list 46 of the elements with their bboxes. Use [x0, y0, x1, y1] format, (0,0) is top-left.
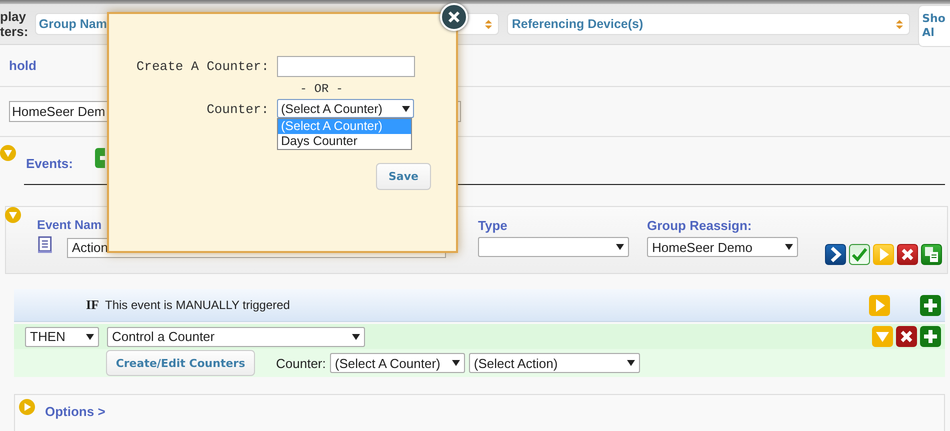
options-link[interactable]: Options >	[45, 404, 106, 419]
delete-icon[interactable]	[897, 244, 918, 264]
caret-icon	[86, 334, 94, 340]
counter-label: Counter:	[206, 101, 269, 117]
copy-icon[interactable]	[921, 244, 942, 264]
caret-icon	[452, 360, 460, 366]
sort-arrows-icon	[896, 20, 904, 28]
show-all-button[interactable]: Sho Al	[918, 5, 950, 47]
create-counter-label: Create A Counter:	[135, 58, 269, 74]
separator-text: - OR -	[300, 82, 344, 96]
check-icon[interactable]	[849, 244, 870, 264]
document-icon	[37, 236, 55, 254]
caret-icon	[402, 106, 410, 112]
counter-name-field[interactable]	[277, 56, 415, 77]
group-reassign-label: Group Reassign:	[647, 218, 753, 233]
filter-label: play ters:	[0, 9, 30, 39]
caret-icon	[626, 360, 635, 366]
caret-icon	[785, 244, 793, 250]
caret-icon	[616, 244, 624, 250]
trigger-text: This event is MANUALLY triggered	[105, 298, 290, 312]
delete-icon[interactable]	[896, 326, 917, 347]
play-icon[interactable]	[869, 294, 890, 316]
action-select[interactable]: (Select Action)	[468, 353, 640, 373]
create-edit-counters-button[interactable]: Create/Edit Counters	[106, 350, 255, 376]
then-select[interactable]: THEN	[25, 326, 99, 346]
counter-select[interactable]: (Select A Counter)	[277, 99, 414, 118]
if-keyword: IF	[86, 297, 99, 313]
next-icon[interactable]	[825, 244, 846, 264]
toggle-icon[interactable]	[5, 207, 21, 223]
caret-icon	[352, 334, 360, 340]
sort-arrows-icon	[484, 20, 492, 28]
close-icon	[448, 11, 460, 23]
action-type-select[interactable]: Control a Counter	[107, 326, 365, 346]
toggle-icon[interactable]	[0, 145, 16, 161]
type-select[interactable]	[478, 237, 629, 257]
save-button[interactable]: Save	[376, 163, 431, 190]
dropdown-option[interactable]: Days Counter	[278, 134, 411, 149]
type-label: Type	[478, 218, 508, 233]
events-label: Events:	[26, 156, 73, 171]
counter-select[interactable]: (Select A Counter)	[330, 353, 465, 373]
counter-label: Counter:	[276, 356, 326, 370]
event-name-label: Event Nam	[37, 218, 103, 232]
section-title: hold	[9, 58, 36, 73]
toggle-icon[interactable]	[19, 399, 35, 415]
group-select[interactable]: HomeSeer Demo	[647, 237, 798, 257]
filter-select[interactable]: Referencing Device(s)	[506, 13, 910, 35]
